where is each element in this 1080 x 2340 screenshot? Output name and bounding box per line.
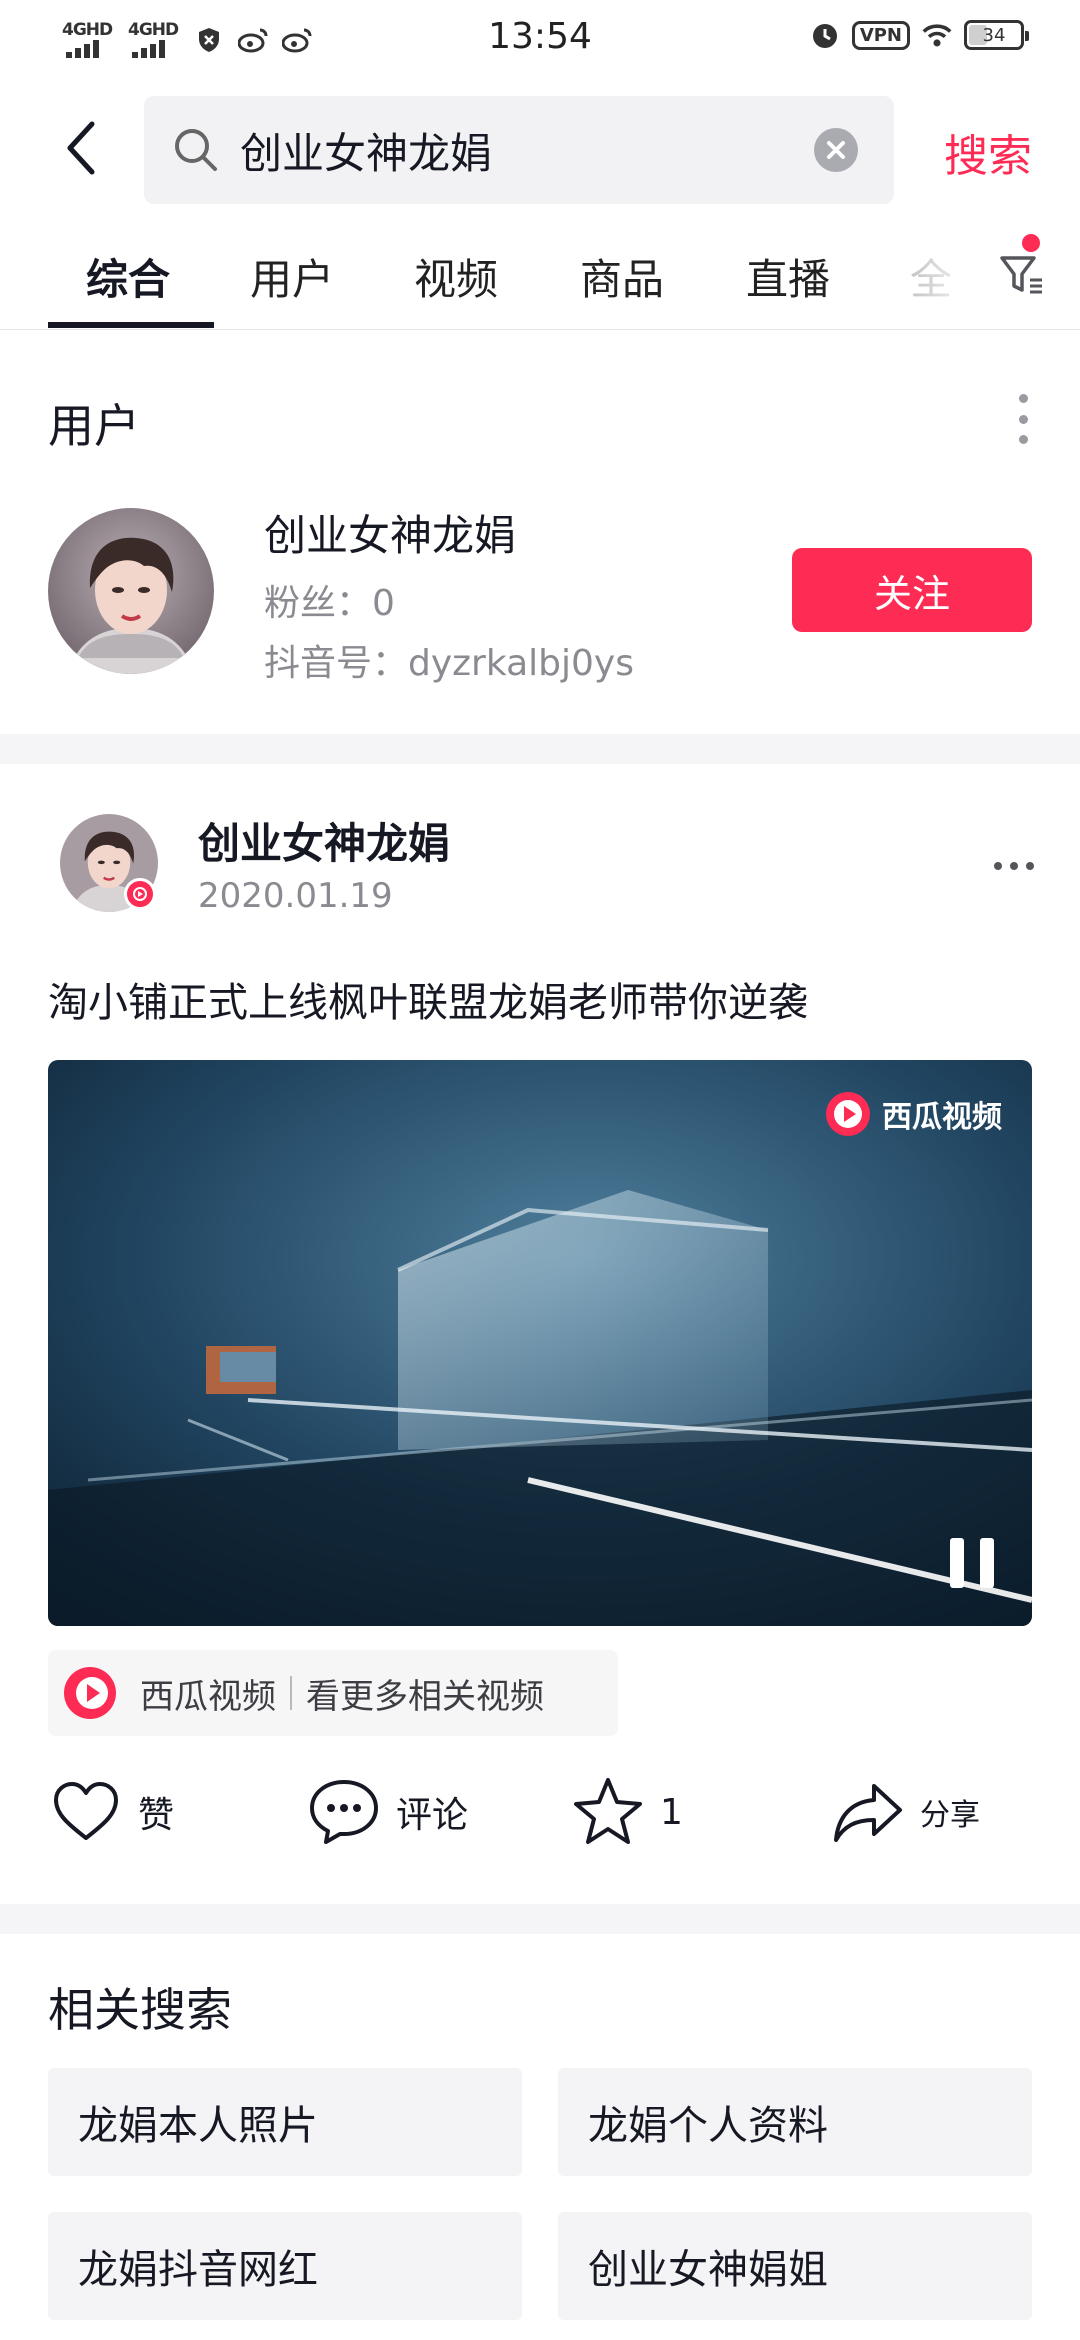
source-link[interactable]: 西瓜视频 看更多相关视频 [48,1650,618,1736]
post-author-name[interactable]: 创业女神龙娟 [198,810,450,871]
user-fans: 粉丝：0 [264,583,395,624]
video-player[interactable]: 西瓜视频 [48,1060,1032,1626]
related-search-item[interactable]: 龙娟个人资料 [558,2068,1032,2176]
alarm-icon [810,20,840,50]
post-date: 2020.01.19 [198,876,393,916]
section-divider [0,734,1080,764]
share-icon [834,1784,902,1842]
like-button[interactable]: 赞 [48,1774,174,1850]
favorite-count: 1 [660,1791,683,1833]
post-more-icon[interactable] [994,862,1034,870]
search-input[interactable] [240,118,800,182]
follow-button[interactable]: 关注 [792,548,1032,632]
more-options-icon[interactable] [1016,394,1030,444]
share-label: 分享 [920,1798,980,1833]
related-searches-title: 相关搜索 [48,1983,232,2037]
section-divider-2 [0,1904,1080,1934]
favorite-button[interactable]: 1 [570,1774,683,1850]
tab-products[interactable]: 商品 [580,246,664,307]
vpn-badge: VPN [851,20,910,50]
comment-icon [310,1780,378,1844]
related-search-item[interactable]: 龙娟本人照片 [48,2068,522,2176]
like-label: 赞 [138,1795,175,1836]
source-more-text: 看更多相关视频 [306,1676,544,1717]
avatar[interactable] [48,508,214,674]
comment-button[interactable]: 评论 [306,1774,468,1850]
battery-level: 34 [982,24,1006,46]
search-box[interactable] [144,96,894,204]
xigua-logo-icon [826,1092,870,1136]
pause-icon[interactable] [950,1538,994,1588]
tab-active-indicator [48,322,214,328]
post-actions: 赞 评论 1 分享 [0,1754,1080,1874]
star-icon [574,1778,642,1844]
source-separator [290,1676,292,1710]
tab-live[interactable]: 直播 [746,246,830,307]
wifi-icon [922,20,952,50]
related-search-item[interactable]: 龙娟抖音网红 [48,2212,522,2320]
related-search-item[interactable]: 创业女神娟姐 [558,2212,1032,2320]
filter-icon[interactable] [998,244,1046,300]
heart-icon [54,1782,118,1840]
live-badge-icon [124,878,156,910]
user-name[interactable]: 创业女神龙娟 [264,502,516,563]
status-bar: 4GHD 4GHD 13:54 VPN 34 [0,0,1080,84]
tab-videos[interactable]: 视频 [414,246,498,307]
users-section: 用户 创业女神龙娟 粉丝：0 抖音号：dyzrkalbj0ys 关注 [0,332,1080,734]
video-watermark: 西瓜视频 [824,1090,1002,1138]
search-button[interactable]: 搜索 [944,120,1032,184]
clear-icon[interactable] [814,128,858,172]
source-name: 西瓜视频 [140,1676,276,1717]
tabs-fade [900,220,1080,328]
comment-label: 评论 [396,1795,469,1836]
tab-comprehensive[interactable]: 综合 [86,246,170,307]
users-section-title: 用户 [48,399,140,453]
xigua-logo-icon [64,1667,116,1719]
chevron-left-icon [67,121,95,175]
battery-icon: 34 [964,20,1029,50]
related-searches: 相关搜索 龙娟本人照片 龙娟个人资料 龙娟抖音网红 创业女神娟姐 [0,1934,1080,2340]
post-caption[interactable]: 淘小铺正式上线枫叶联盟龙娟老师带你逆袭 [48,970,808,1028]
status-right: VPN 34 [810,20,1029,50]
user-douyin-id: 抖音号：dyzrkalbj0ys [264,643,634,684]
search-icon [175,129,217,171]
search-header: 搜索 [0,90,1080,210]
filter-notification-dot [1022,234,1040,252]
video-post-card: 创业女神龙娟 2020.01.19 淘小铺正式上线枫叶联盟龙娟老师带你逆袭 西瓜… [0,764,1080,1904]
tab-users[interactable]: 用户 [250,246,334,307]
video-watermark-text: 西瓜视频 [882,1100,1002,1135]
share-button[interactable]: 分享 [830,1774,980,1850]
result-tabs: 综合 用户 视频 商品 直播 全 [0,220,1080,330]
video-frame [48,1060,1032,1626]
back-button[interactable] [44,110,120,186]
